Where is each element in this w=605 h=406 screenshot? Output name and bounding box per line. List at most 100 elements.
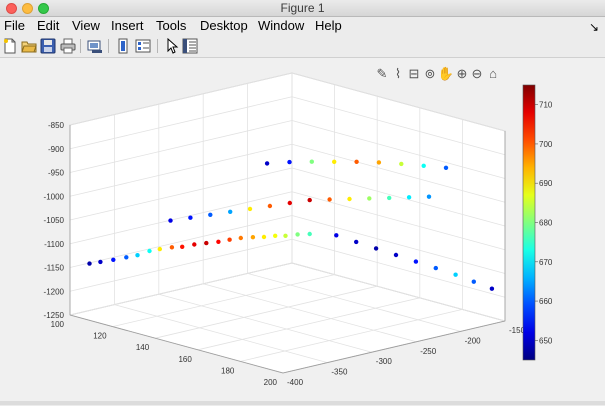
z-tick-label: -1050 <box>44 216 65 225</box>
zoom-out-icon[interactable]: ⊖ <box>472 66 483 81</box>
data-point <box>489 286 495 291</box>
pointer-icon[interactable] <box>164 38 180 54</box>
data-point <box>147 248 152 254</box>
data-point <box>373 246 379 251</box>
data-point <box>204 240 209 246</box>
toolbar-separator <box>80 39 81 53</box>
axes-panes <box>69 72 506 374</box>
scatter3-plot[interactable]: ✎ ⌇ ⊟ ⊚ ✋ ⊕ ⊖ ⌂ -850 -900 -950 -1000 -1050 -1100 -115… <box>0 58 605 401</box>
z-tick-label: -850 <box>48 121 65 130</box>
data-point <box>283 233 288 238</box>
figure-toolbar <box>0 36 605 58</box>
data-point <box>307 231 312 237</box>
data-point <box>157 246 162 252</box>
y-tick-label: -350 <box>331 368 348 377</box>
y-tick-label: -400 <box>287 378 304 387</box>
colorbar: 710 700 690 680 670 660 650 <box>522 84 553 361</box>
window-title: Figure 1 <box>280 1 325 15</box>
menu-tools[interactable]: Tools <box>156 18 186 33</box>
data-point <box>393 252 399 258</box>
save-icon[interactable] <box>40 38 56 54</box>
data-point <box>216 239 221 244</box>
data-point <box>387 195 392 201</box>
data-point <box>168 218 173 223</box>
menu-insert[interactable]: Insert <box>111 18 144 33</box>
data-point <box>309 159 314 164</box>
data-point <box>413 259 419 264</box>
property-inspector-icon[interactable] <box>182 38 198 54</box>
data-point <box>307 197 312 203</box>
colorbar-tick-label: 700 <box>539 140 553 149</box>
insert-legend-icon[interactable] <box>135 38 151 54</box>
menu-file[interactable]: File <box>4 18 25 33</box>
data-point <box>295 232 300 237</box>
data-point <box>227 237 232 242</box>
colorbar-tick-label: 660 <box>539 297 553 306</box>
data-point <box>180 244 185 249</box>
data-point <box>228 209 233 214</box>
open-file-icon[interactable] <box>21 38 37 54</box>
brush-icon[interactable]: ✎ <box>377 66 388 81</box>
data-point <box>250 235 256 240</box>
data-point <box>87 261 92 266</box>
menu-window[interactable]: Window <box>258 18 304 33</box>
z-tick-label: -900 <box>48 145 65 154</box>
data-point <box>247 206 253 212</box>
data-point <box>426 194 432 199</box>
data-tips-icon[interactable]: ⌇ <box>395 66 401 81</box>
z-tick-label: -1200 <box>44 287 65 296</box>
link-plot-icon[interactable] <box>87 38 103 54</box>
rotate-3d-icon[interactable]: ⊚ <box>425 66 436 81</box>
data-point <box>111 257 116 262</box>
x-tick-label: 140 <box>136 343 150 352</box>
data-point <box>135 253 140 258</box>
data-point <box>261 234 267 240</box>
x-tick-label: 200 <box>264 378 278 387</box>
data-point <box>208 212 213 217</box>
colorbar-tick-label: 680 <box>539 219 553 228</box>
new-figure-icon[interactable] <box>2 38 18 54</box>
y-tick-label: -300 <box>376 357 393 366</box>
data-point <box>169 245 175 250</box>
toolbar-separator <box>108 39 109 53</box>
data-point <box>471 279 476 284</box>
data-point <box>334 233 339 238</box>
window-bottom-edge <box>0 401 605 405</box>
data-point <box>367 196 372 201</box>
data-point <box>433 265 438 271</box>
pan-icon[interactable]: ✋ <box>438 66 454 81</box>
z-tick-label: -1000 <box>44 192 65 201</box>
data-point <box>354 239 359 245</box>
window-titlebar: Figure 1 <box>0 0 605 17</box>
x-tick-label: 180 <box>221 366 235 375</box>
toolbar-separator <box>157 39 158 53</box>
figure-canvas[interactable]: ✎ ⌇ ⊟ ⊚ ✋ ⊕ ⊖ ⌂ -850 -900 -950 -1000 -1050 -1100 -115… <box>0 58 605 401</box>
data-point <box>98 259 103 265</box>
x-tick-label: 100 <box>51 320 65 329</box>
z-tick-label: -1150 <box>44 264 64 273</box>
data-point <box>238 235 243 241</box>
data-point <box>421 163 426 168</box>
zoom-in-icon[interactable]: ⊕ <box>457 66 468 81</box>
z-tick-label: -950 <box>48 169 65 178</box>
data-point <box>188 215 193 220</box>
home-icon[interactable]: ⌂ <box>489 66 497 81</box>
menu-overflow-icon[interactable]: ↘ <box>589 20 599 34</box>
menu-edit[interactable]: Edit <box>37 18 59 33</box>
x-tick-label: 160 <box>178 355 192 364</box>
menu-bar: File Edit View Insert Tools Desktop Wind… <box>0 17 605 36</box>
menu-desktop[interactable]: Desktop <box>200 18 248 33</box>
data-point <box>406 195 412 200</box>
data-point <box>192 242 197 247</box>
menu-view[interactable]: View <box>72 18 100 33</box>
colorbar-tick-label: 710 <box>539 101 553 110</box>
print-icon[interactable] <box>60 38 76 54</box>
z-tick-label: -1100 <box>44 240 64 249</box>
colorbar-tick-label: 690 <box>539 179 553 188</box>
export-icon[interactable]: ⊟ <box>409 66 420 81</box>
data-point <box>443 165 449 170</box>
data-point <box>273 233 278 238</box>
data-point <box>399 161 404 167</box>
insert-colorbar-icon[interactable] <box>115 38 131 54</box>
menu-help[interactable]: Help <box>315 18 342 33</box>
